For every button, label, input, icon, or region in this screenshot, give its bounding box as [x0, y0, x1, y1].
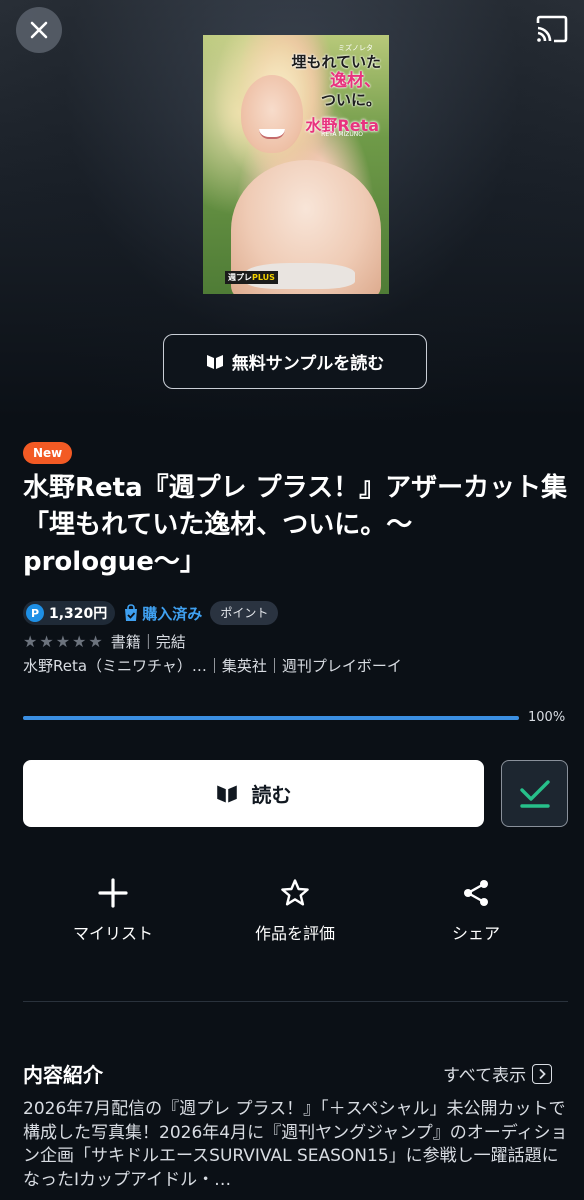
description-text: 2026年7月配信の『週プレ プラス！』「＋スペシャル」未公開カットで構成した写…	[23, 1099, 568, 1190]
price-row: P 1,320円 購入済み ポイント	[23, 601, 279, 625]
book-open-icon	[206, 354, 223, 369]
share-icon	[464, 880, 488, 906]
section-divider	[23, 1001, 568, 1002]
cover-headline-line2: 逸材、	[330, 71, 381, 91]
reading-progress-bar	[23, 716, 519, 720]
cover-headline-line3: ついに。	[320, 91, 381, 109]
author-publisher-line[interactable]: 水野Reta（ミニワチャ）…｜集英社｜週刊プレイボーイ	[23, 655, 568, 677]
cover-headline: 埋もれていた 逸材、 ついに。	[281, 53, 381, 110]
rate-label: 作品を評価	[254, 924, 335, 943]
mark-as-read-button[interactable]	[501, 760, 568, 827]
book-title: 水野Reta『週プレ プラス！』アザーカット集「埋もれていた逸材、ついに。〜pr…	[23, 473, 568, 577]
star-icon: ★	[72, 631, 87, 651]
free-sample-label: 無料サンプルを読む	[231, 354, 385, 374]
see-all-label: すべて表示	[443, 1066, 527, 1086]
reading-progress-text: 100%	[528, 710, 566, 725]
check-icon	[519, 779, 550, 808]
point-chip: ポイント	[210, 601, 279, 625]
book-cover-image[interactable]: ミズノレタ 埋もれていた 逸材、 ついに。 水野Reta RETA MIZUNO…	[203, 35, 389, 294]
read-button[interactable]: 読む	[23, 760, 484, 827]
new-badge: New	[23, 442, 73, 464]
description-heading: 内容紹介	[23, 1063, 103, 1087]
free-sample-button[interactable]: 無料サンプルを読む	[163, 334, 427, 389]
point-coin-icon: P	[26, 604, 44, 622]
reading-progress-fill	[23, 716, 519, 720]
purchased-status: 購入済み	[123, 603, 202, 624]
star-outline-icon	[281, 879, 309, 906]
book-open-icon	[216, 784, 237, 803]
cover-small-title: ミズノレタ	[338, 44, 373, 52]
star-icon: ★	[55, 631, 71, 651]
add-to-mylist-button[interactable]: マイリスト	[48, 878, 178, 950]
price-value: 1,320円	[49, 606, 108, 622]
price-chip: P 1,320円	[23, 601, 116, 625]
cover-publisher-logo: 週プレPLUS	[225, 271, 278, 284]
close-icon	[30, 21, 48, 39]
bag-check-icon	[125, 604, 138, 621]
cover-logo-accent: PLUS	[252, 273, 275, 282]
cover-headline-line1: 埋もれていた	[291, 53, 381, 71]
rate-work-button[interactable]: 作品を評価	[230, 878, 360, 950]
share-label: シェア	[451, 924, 500, 943]
see-all-link[interactable]: すべて表示	[443, 1061, 553, 1086]
read-button-label: 読む	[251, 783, 292, 807]
star-icon: ★	[23, 631, 38, 651]
mylist-label: マイリスト	[72, 924, 153, 943]
cover-logo-main: 週プレ	[228, 273, 252, 282]
rating-row: ★ ★ ★ ★ ★ 書籍｜完結	[23, 630, 186, 652]
share-button[interactable]: シェア	[411, 878, 541, 950]
cast-button[interactable]	[534, 14, 570, 44]
star-icon: ★	[88, 631, 103, 651]
cover-model-name-romaji: RETA MIZUNO	[321, 131, 363, 138]
star-icon: ★	[39, 631, 54, 651]
cast-icon	[536, 15, 568, 43]
rating-stars: ★ ★ ★ ★ ★	[23, 632, 103, 651]
chevron-right-icon	[532, 1063, 553, 1084]
plus-icon	[98, 878, 128, 908]
book-category: 書籍｜完結	[110, 632, 186, 651]
close-button[interactable]	[16, 7, 62, 53]
purchased-label: 購入済み	[142, 604, 203, 623]
